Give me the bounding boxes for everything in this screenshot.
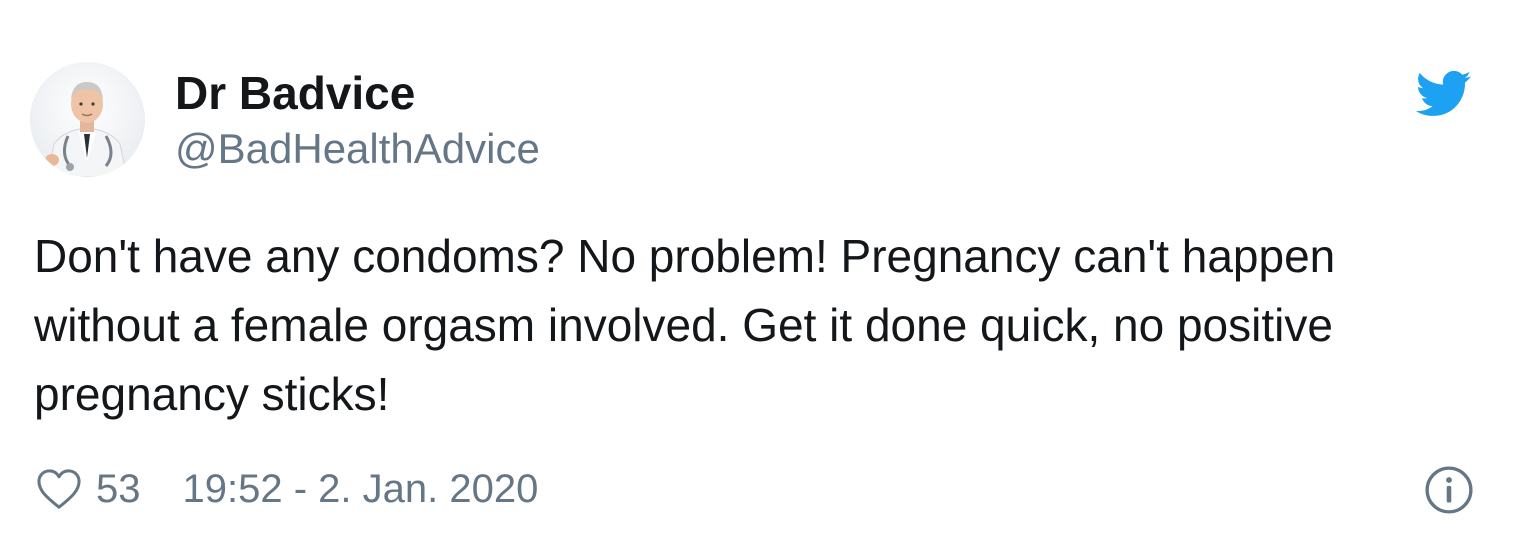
like-count[interactable]: 53 [96,467,141,512]
author-display-name[interactable]: Dr Badvice [175,65,540,121]
twitter-bird-icon[interactable] [1416,70,1472,118]
author-handle[interactable]: @BadHealthAdvice [175,123,540,175]
tweet-card: Dr Badvice @BadHealthAdvice Don't have a… [0,0,1536,542]
tweet-footer: 53 19:52 - 2. Jan. 2020 [36,462,538,516]
tweet-header: Dr Badvice @BadHealthAdvice [30,62,540,177]
tweet-text: Don't have any condoms? No problem! Preg… [34,230,1336,420]
heart-icon[interactable] [36,468,82,510]
author-names: Dr Badvice @BadHealthAdvice [175,65,540,175]
info-icon[interactable] [1424,465,1474,515]
tweet-timestamp[interactable]: 19:52 - 2. Jan. 2020 [183,467,539,512]
avatar[interactable] [30,62,145,177]
